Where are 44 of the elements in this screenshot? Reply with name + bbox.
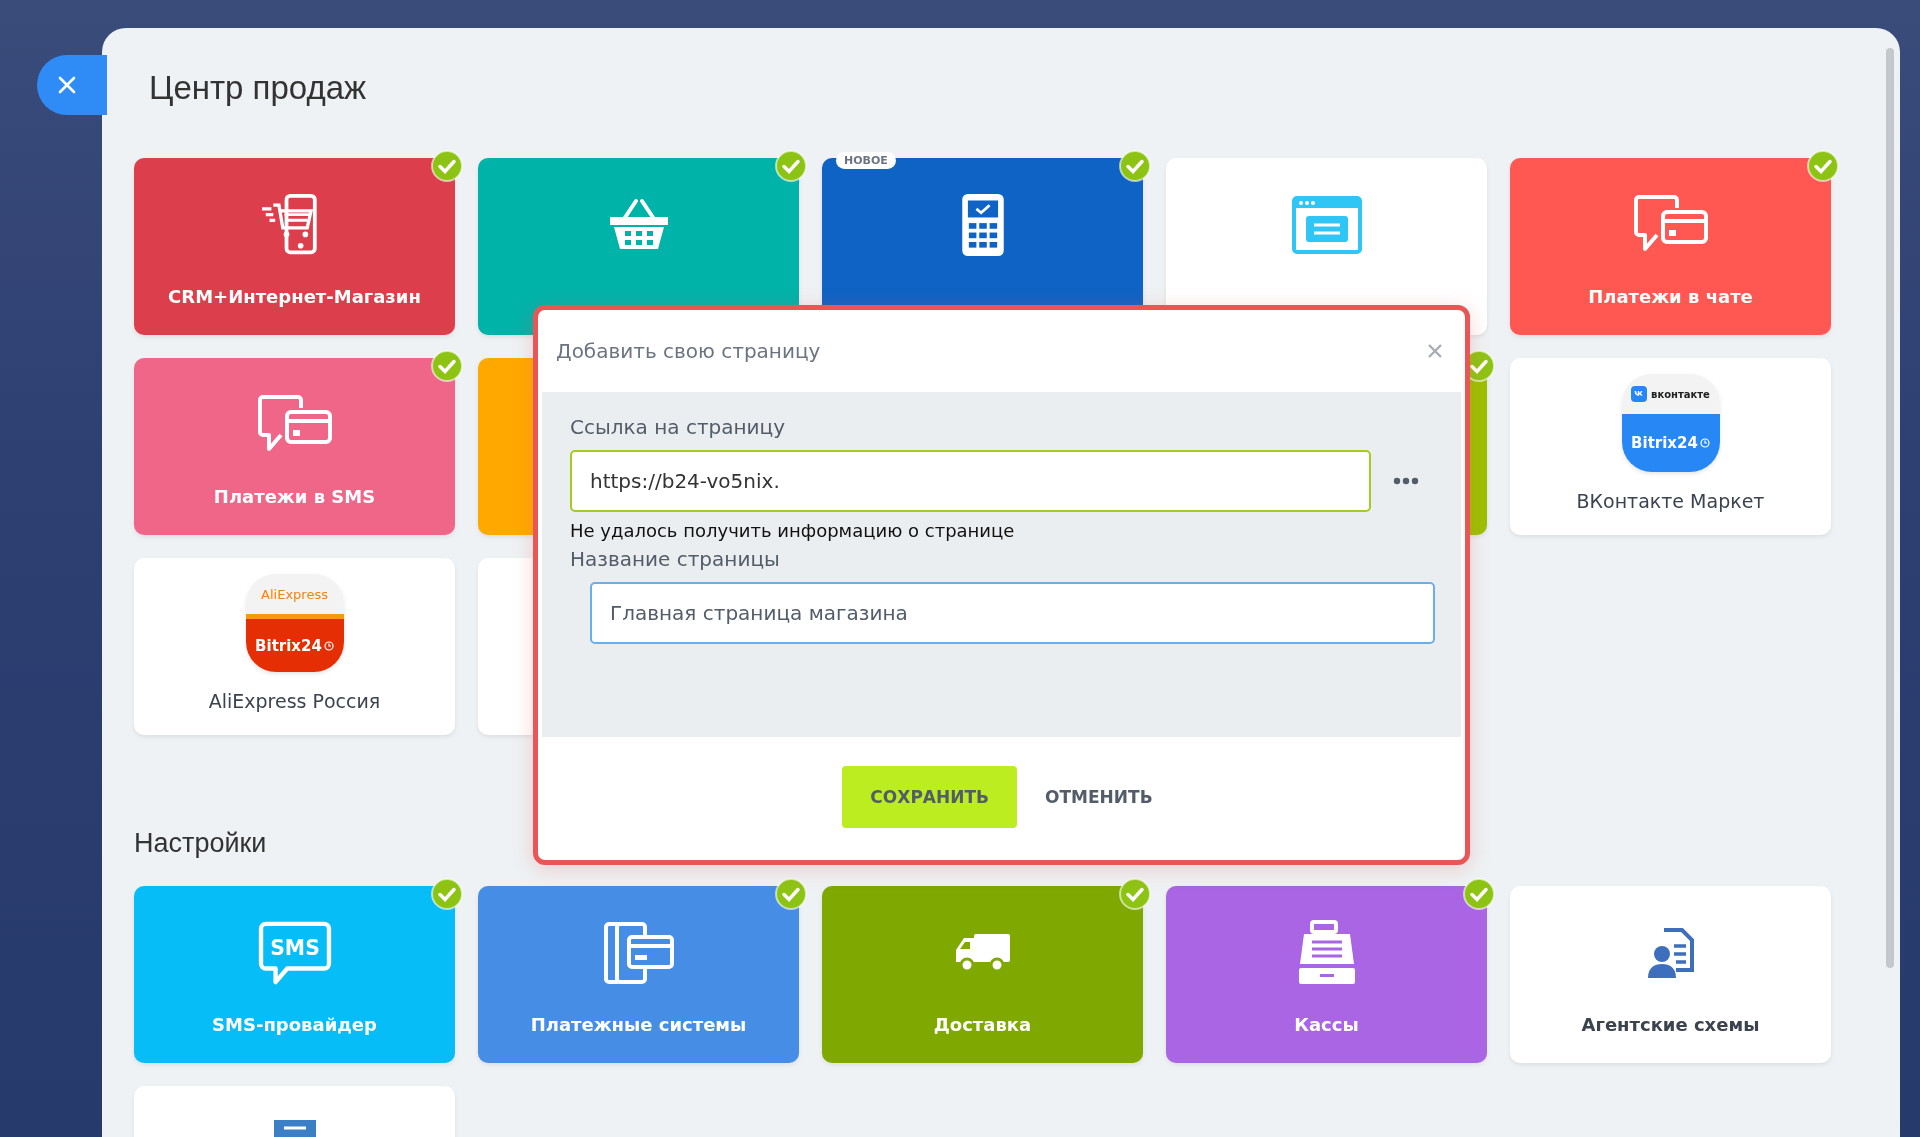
app-tile[interactable]: Агентские схемы bbox=[1510, 886, 1831, 1063]
page-title: Центр продаж bbox=[149, 68, 368, 108]
error-message: Не удалось получить информацию о странице bbox=[570, 519, 1016, 543]
app-tile[interactable]: Кассы bbox=[1166, 886, 1487, 1063]
logo-text: вконтакте bbox=[1651, 388, 1710, 400]
app-tile[interactable]: Платежные системы bbox=[478, 886, 799, 1063]
tile-label: Платежи в SMS bbox=[212, 486, 377, 507]
page-name-field[interactable]: Главная страница магазина bbox=[590, 582, 1435, 644]
tile-label: Агентские схемы bbox=[1580, 1014, 1761, 1035]
cards-icon bbox=[602, 920, 675, 986]
app-tile[interactable]: AliExpress Bitrix24 AliExpress Россия bbox=[134, 558, 455, 735]
close-icon[interactable] bbox=[1427, 343, 1443, 359]
app-tile[interactable]: Доставка bbox=[822, 886, 1143, 1063]
tile-label: AliExpress Россия bbox=[207, 690, 382, 712]
app-tile[interactable]: вконтакте Bitrix24 ВКонтакте Маркет bbox=[1510, 358, 1831, 535]
tile-label: Платежные системы bbox=[529, 1014, 748, 1035]
close-icon bbox=[57, 75, 77, 95]
link-field[interactable]: https://b24-vo5nix. bbox=[570, 450, 1371, 512]
sms-bubble-icon: SMS bbox=[256, 920, 333, 986]
field-label: Ссылка на страницу bbox=[570, 414, 787, 441]
app-tile[interactable]: Платежи в SMS bbox=[134, 358, 455, 535]
tile-label: Кассы bbox=[1293, 1014, 1360, 1035]
clock-icon bbox=[1699, 438, 1710, 448]
app-tile[interactable]: Платежи в чате bbox=[1510, 158, 1831, 335]
close-button[interactable] bbox=[37, 55, 107, 115]
logo-text: Bitrix24 bbox=[255, 636, 322, 655]
dialog-title: Добавить свою страницу bbox=[556, 339, 821, 363]
tile-label: CRM+Интернет-Магазин bbox=[167, 286, 422, 307]
tile-label: ВКонтакте Маркет bbox=[1575, 490, 1766, 512]
cancel-button[interactable]: ОТМЕНИТЬ bbox=[1037, 765, 1161, 828]
more-icon[interactable] bbox=[1393, 477, 1419, 485]
tile-label: Доставка bbox=[932, 1014, 1033, 1035]
app-tile[interactable]: CRM+Интернет-Магазин bbox=[134, 158, 455, 335]
clock-icon bbox=[323, 640, 334, 651]
tile-label: SMS-провайдер bbox=[211, 1014, 378, 1035]
section-heading: Настройки bbox=[134, 827, 268, 860]
scrollbar[interactable] bbox=[1886, 48, 1894, 968]
save-button[interactable]: СОХРАНИТЬ bbox=[842, 765, 1018, 828]
field-label: Название страницы bbox=[570, 546, 781, 573]
logo-text: Bitrix24 bbox=[1631, 434, 1698, 452]
vk-icon bbox=[1631, 386, 1648, 402]
new-badge: НОВОЕ bbox=[836, 152, 896, 169]
logo-text: AliExpress bbox=[261, 586, 328, 602]
tile-label: Платежи в чате bbox=[1587, 286, 1754, 307]
